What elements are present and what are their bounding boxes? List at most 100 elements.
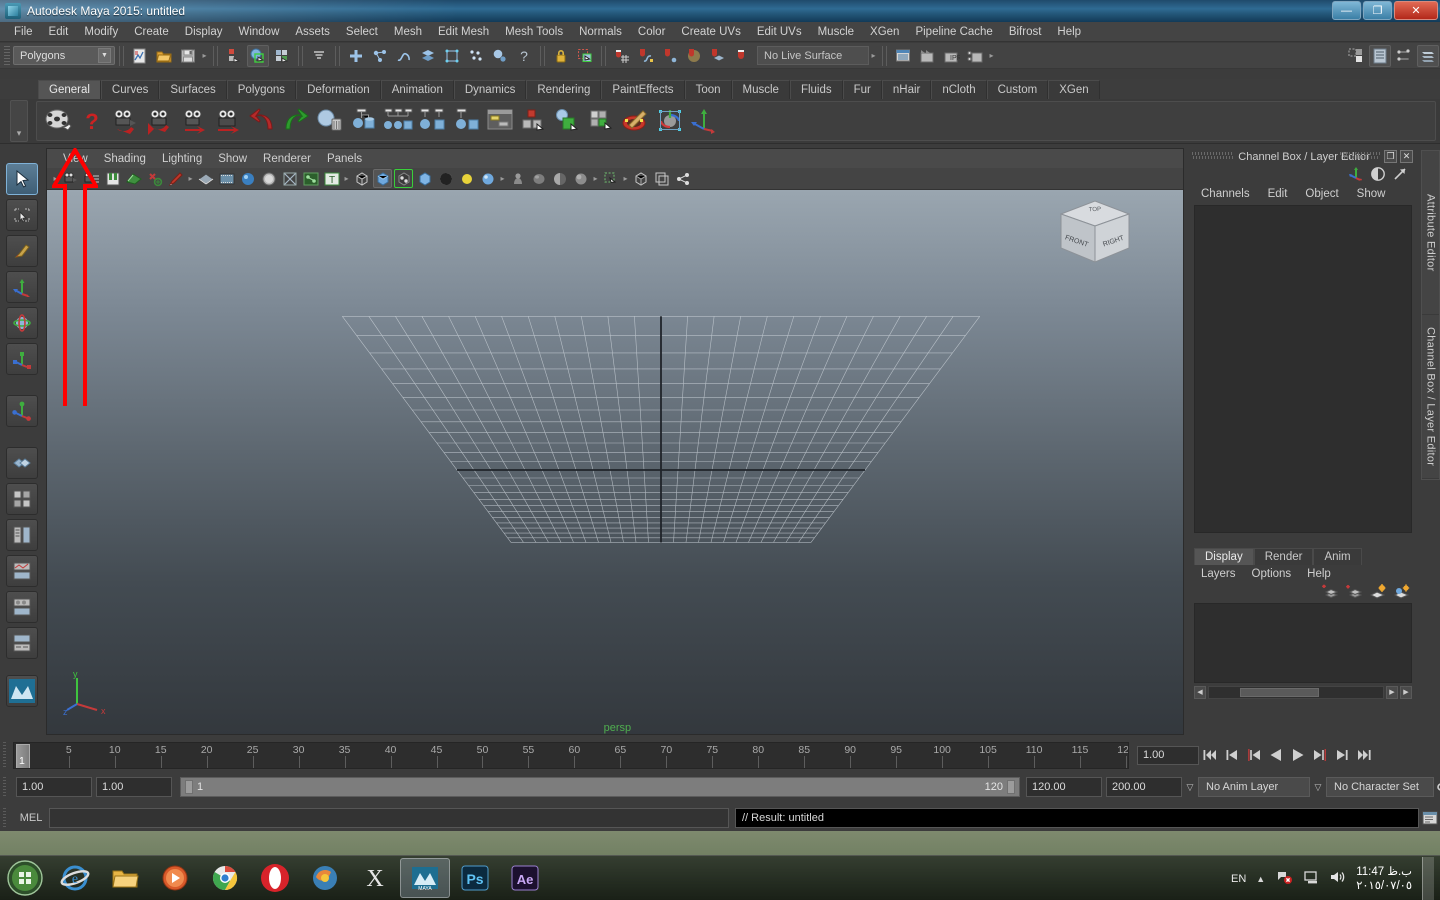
viewport-3d-canvas[interactable]: TOP FRONT RIGHT y x z persp — [47, 190, 1183, 734]
toolbar-expander[interactable]: ▸ — [200, 46, 209, 66]
motion-blur-icon[interactable] — [529, 169, 548, 188]
maya-taskbar-icon[interactable]: MAYA — [400, 858, 450, 898]
shelf-tab-xgen[interactable]: XGen — [1048, 80, 1100, 99]
taskbar-clock[interactable]: 11:47 ب.ظ ٢٠١٥/٠٧/٠٥ — [1356, 865, 1412, 893]
flat-shade-icon[interactable] — [415, 169, 434, 188]
layer-menu-layers[interactable]: Layers — [1194, 567, 1243, 581]
command-line-grip[interactable] — [3, 808, 13, 828]
range-start-handle[interactable] — [185, 780, 193, 794]
menu-item-mesh[interactable]: Mesh — [386, 24, 430, 40]
menu-item-help[interactable]: Help — [1049, 24, 1089, 40]
component-mask-collapse-icon[interactable] — [308, 45, 330, 67]
viewport-menu-lighting[interactable]: Lighting — [154, 152, 210, 166]
view-cube[interactable]: TOP FRONT RIGHT — [1055, 198, 1135, 276]
character-set-field[interactable]: No Character Set — [1326, 777, 1434, 797]
use-default-light-icon[interactable] — [259, 169, 278, 188]
menu-item-color[interactable]: Color — [630, 24, 673, 40]
scroll-thumb[interactable] — [1240, 687, 1319, 697]
paint-select-tool-button[interactable] — [6, 235, 38, 267]
menu-item-edit[interactable]: Edit — [41, 24, 77, 40]
make-live-icon[interactable] — [731, 45, 753, 67]
camera-move-icon[interactable] — [177, 104, 211, 138]
media-player-icon[interactable] — [150, 858, 200, 898]
wireframe-on-shaded-icon[interactable] — [196, 169, 215, 188]
menu-item-mesh-tools[interactable]: Mesh Tools — [497, 24, 571, 40]
scroll-end-button[interactable]: ▶ — [1400, 685, 1412, 699]
new-layer-from-selected-icon[interactable] — [1393, 584, 1410, 602]
menu-item-xgen[interactable]: XGen — [862, 24, 907, 40]
live-surface-field[interactable]: No Live Surface — [757, 46, 869, 65]
tool-settings-icon[interactable] — [1393, 45, 1415, 67]
menu-item-select[interactable]: Select — [338, 24, 386, 40]
shelf-tab-rendering[interactable]: Rendering — [526, 80, 602, 99]
new-layer-up-icon[interactable] — [1321, 584, 1339, 602]
viewport-menu-show[interactable]: Show — [210, 152, 255, 166]
highlight-selection-icon[interactable] — [574, 45, 596, 67]
outliner-icon[interactable] — [483, 104, 517, 138]
channel-box-icon[interactable] — [1417, 44, 1439, 67]
statusline-grip[interactable] — [4, 45, 10, 66]
panel-grip-right[interactable] — [1340, 152, 1380, 161]
language-indicator[interactable]: EN — [1231, 873, 1246, 885]
range-end-handle[interactable] — [1007, 780, 1015, 794]
deformer-select-icon[interactable] — [441, 45, 463, 67]
play-backwards-icon[interactable] — [1265, 744, 1287, 766]
shelf-tab-curves[interactable]: Curves — [100, 80, 160, 99]
anim-start-time-field[interactable]: 1.00 — [16, 777, 92, 797]
layer-menu-options[interactable]: Options — [1245, 567, 1299, 581]
ipr-render-icon[interactable]: IPR — [940, 45, 962, 67]
scale-tool-button[interactable] — [6, 343, 38, 375]
help-question-icon[interactable]: ? — [75, 104, 109, 138]
show-hidden-icons-icon[interactable]: ▲ — [1256, 874, 1265, 884]
move-manipulator-icon[interactable] — [687, 104, 721, 138]
shelf-tab-muscle[interactable]: Muscle — [731, 80, 790, 99]
command-input[interactable] — [49, 808, 729, 828]
minimize-button[interactable]: — — [1332, 1, 1361, 20]
wireframe-shading-icon[interactable] — [352, 169, 371, 188]
film-reel-icon[interactable] — [41, 104, 75, 138]
combine-icon[interactable] — [585, 104, 619, 138]
channel-menu-object[interactable]: Object — [1298, 187, 1345, 201]
viewport-menu-panels[interactable]: Panels — [319, 152, 370, 166]
menu-set-selector[interactable]: Polygons ▼ — [13, 46, 115, 65]
viewport-menu-shading[interactable]: Shading — [96, 152, 154, 166]
range-end-time-field[interactable]: 120.00 — [1026, 777, 1102, 797]
viewport-menu-renderer[interactable]: Renderer — [255, 152, 319, 166]
shelf-tab-toon[interactable]: Toon — [684, 80, 732, 99]
group-icon[interactable] — [381, 104, 415, 138]
xray-display-icon[interactable] — [631, 169, 650, 188]
select-by-component-icon[interactable] — [271, 45, 293, 67]
render-view-icon[interactable] — [892, 45, 914, 67]
time-slider-grip[interactable] — [3, 742, 13, 768]
range-slider[interactable]: 1 120 — [180, 777, 1020, 797]
time-slider-track[interactable]: 1 5 10 15 20 25 30 35 40 45 50 55 60 65 70 75 80 85 90 95 1… — [13, 741, 1129, 769]
shelf-tab-fluids[interactable]: Fluids — [789, 80, 843, 99]
snap-to-projected-center-icon[interactable] — [683, 45, 705, 67]
select-by-object-icon[interactable] — [247, 44, 269, 67]
camera-cut-icon[interactable] — [143, 104, 177, 138]
redo-arrow-icon[interactable] — [279, 104, 313, 138]
shelf-tab-ncloth[interactable]: nCloth — [931, 80, 987, 99]
shelf-tab-surfaces[interactable]: Surfaces — [159, 80, 227, 99]
viewport-toolbar-grip[interactable]: ▸ — [51, 169, 60, 189]
delete-history-icon[interactable] — [313, 104, 347, 138]
perspective-viewport-panel[interactable]: View Shading Lighting Show Renderer Panels ▸ … — [46, 148, 1184, 735]
menu-item-window[interactable]: Window — [230, 24, 287, 40]
network-error-icon[interactable] — [1275, 869, 1293, 888]
panel-undock-button[interactable]: ❐ — [1384, 150, 1397, 163]
toolbar-expander[interactable]: ▸ — [987, 46, 996, 66]
surface-select-icon[interactable] — [417, 45, 439, 67]
script-editor-icon[interactable] — [1419, 807, 1440, 829]
layer-list[interactable] — [1194, 603, 1412, 683]
menu-item-muscle[interactable]: Muscle — [810, 24, 862, 40]
shelf-tab-nhair[interactable]: nHair — [881, 80, 932, 99]
step-back-keyframe-icon[interactable] — [1221, 744, 1243, 766]
snap-to-view-plane-icon[interactable] — [707, 45, 729, 67]
show-manipulators-icon[interactable] — [1348, 166, 1364, 185]
panel-close-button[interactable]: ✕ — [1400, 150, 1413, 163]
texture-display-icon[interactable] — [457, 169, 476, 188]
parent-icon[interactable] — [347, 104, 381, 138]
range-row-grip[interactable] — [3, 777, 13, 797]
google-chrome-icon[interactable] — [200, 858, 250, 898]
attribute-editor-icon[interactable] — [1369, 44, 1391, 67]
